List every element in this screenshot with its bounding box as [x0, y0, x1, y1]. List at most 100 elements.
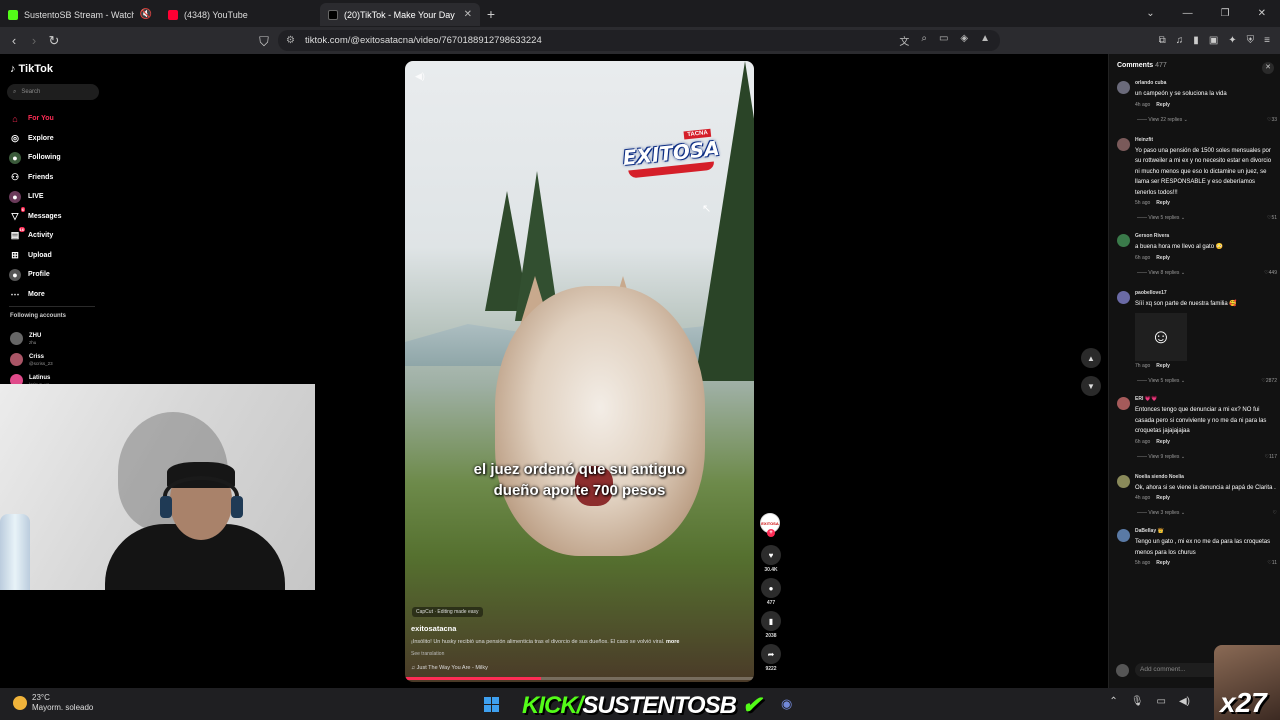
comment-username[interactable]: paobellove17: [1135, 290, 1277, 296]
reply-button[interactable]: Reply: [1156, 495, 1170, 501]
reply-button[interactable]: Reply: [1156, 200, 1170, 206]
tray-chevron-icon[interactable]: ⌃: [1109, 696, 1117, 707]
cast-icon[interactable]: ▭: [939, 33, 948, 48]
browser-tab-kick[interactable]: SustentoSB Stream - Watch Live 🔇: [0, 3, 160, 26]
discord-icon[interactable]: ◉: [781, 696, 792, 712]
extensions-icon[interactable]: ⧉: [1159, 35, 1166, 46]
following-account[interactable]: Criss @scriss_23: [10, 349, 53, 370]
reply-button[interactable]: Reply: [1156, 560, 1170, 566]
menu-icon[interactable]: ≡: [1264, 35, 1270, 46]
reply-button[interactable]: Reply: [1156, 102, 1170, 108]
comment-avatar[interactable]: [1117, 290, 1130, 304]
nav-item-messages[interactable]: ▽ 6 Messages: [9, 207, 61, 227]
nav-item-live[interactable]: ● LIVE: [9, 187, 61, 207]
comment-likes[interactable]: ♡449: [1264, 270, 1277, 276]
video-author[interactable]: exitosatacna: [411, 624, 456, 633]
volume-icon[interactable]: ◀): [415, 71, 425, 82]
nav-item-for-you[interactable]: ⌂ For You: [9, 109, 61, 129]
site-info-icon[interactable]: ⚙: [286, 35, 295, 46]
comment-likes[interactable]: ♡33: [1267, 117, 1277, 123]
comment-avatar[interactable]: [1117, 137, 1130, 151]
browser-tab-youtube[interactable]: (4348) YouTube: [160, 3, 320, 26]
more-link[interactable]: more: [666, 639, 679, 645]
close-window-icon[interactable]: ✕: [1258, 8, 1266, 19]
video-player[interactable]: ◀) TACNA EXITOSA el juez ordenó que su a…: [405, 61, 754, 682]
follow-plus-icon[interactable]: +: [767, 529, 775, 537]
nav-item-activity[interactable]: ▤ 16 Activity: [9, 226, 61, 246]
tiktok-logo[interactable]: ♪ TikTok: [10, 63, 53, 75]
reply-button[interactable]: Reply: [1156, 255, 1170, 261]
reply-button[interactable]: Reply: [1156, 363, 1170, 369]
microphone-icon[interactable]: 🎙: [1131, 696, 1144, 707]
comment-likes[interactable]: ♡117: [1265, 454, 1277, 460]
following-account[interactable]: ZHU zhu: [10, 328, 53, 349]
reload-icon[interactable]: ↻: [44, 33, 64, 49]
comment-username[interactable]: Gerson Rivera: [1135, 233, 1277, 239]
share-action[interactable]: ➦ 9222: [760, 644, 782, 672]
nav-item-more[interactable]: ⋯ More: [9, 285, 61, 305]
url-field[interactable]: ⚙ tiktok.com/@exitosatacna/video/7670188…: [278, 30, 1000, 51]
view-replies-button[interactable]: —— View 9 replies ⌄: [1135, 454, 1277, 460]
reply-button[interactable]: Reply: [1156, 439, 1170, 445]
comment-avatar[interactable]: [1117, 81, 1130, 94]
vpn-icon[interactable]: ⛨: [1247, 35, 1255, 46]
save-action[interactable]: ▮ 2038: [760, 611, 782, 639]
comment-likes[interactable]: ♡51: [1267, 215, 1277, 221]
comment-likes[interactable]: ♡2872: [1261, 378, 1277, 384]
maximize-icon[interactable]: ❐: [1221, 8, 1230, 19]
creator-avatar[interactable]: EXITOSA +: [760, 513, 780, 537]
windows-start-icon[interactable]: [484, 697, 499, 712]
wallet-icon[interactable]: ▣: [1209, 35, 1218, 46]
comment-username[interactable]: Noelia siendo Noelia: [1135, 474, 1277, 480]
see-translation-link[interactable]: See translation: [411, 651, 444, 657]
mute-tab-icon[interactable]: 🔇: [140, 9, 152, 20]
capcut-badge[interactable]: CapCut · Editing made easy: [412, 607, 483, 617]
close-comments-icon[interactable]: ✕: [1262, 62, 1274, 74]
forward-icon[interactable]: ›: [24, 33, 44, 48]
comment-likes[interactable]: ♡: [1273, 510, 1277, 516]
comment-likes[interactable]: ♡11: [1267, 560, 1277, 566]
view-replies-button[interactable]: —— View 3 replies ⌄: [1135, 510, 1277, 516]
close-tab-icon[interactable]: ✕: [464, 9, 472, 20]
bookmark-icon[interactable]: ⛉: [254, 34, 274, 50]
translate-icon[interactable]: 文: [899, 33, 909, 48]
zoom-icon[interactable]: ⌕: [921, 33, 927, 48]
minimize-icon[interactable]: —: [1183, 8, 1193, 19]
view-replies-button[interactable]: —— View 5 replies ⌄: [1135, 215, 1277, 221]
comment-username[interactable]: orlando cuba: [1135, 80, 1277, 86]
brave-shield-icon[interactable]: ◈: [960, 33, 968, 48]
previous-video-icon[interactable]: ▲: [1081, 348, 1101, 368]
tab-search-icon[interactable]: ⌄: [1146, 8, 1154, 19]
nav-item-explore[interactable]: ◎ Explore: [9, 129, 61, 149]
comment-action[interactable]: ● 477: [760, 578, 782, 606]
network-icon[interactable]: ▭: [1157, 696, 1166, 707]
comment-avatar[interactable]: [1117, 529, 1130, 542]
nav-item-following[interactable]: ● Following: [9, 148, 61, 168]
weather-widget[interactable]: 23°C Mayorm. soleado: [13, 693, 93, 713]
comment-username[interactable]: DaBellay 👑: [1135, 528, 1277, 534]
view-replies-button[interactable]: —— View 22 replies ⌄: [1135, 117, 1277, 123]
nav-item-friends[interactable]: ⚇ Friends: [9, 168, 61, 188]
view-replies-button[interactable]: —— View 5 replies ⌄: [1135, 378, 1277, 384]
comment-avatar[interactable]: [1117, 397, 1130, 410]
nav-item-profile[interactable]: ● Profile: [9, 265, 61, 285]
volume-tray-icon[interactable]: ◀): [1179, 696, 1190, 707]
comment-username[interactable]: Heinzfit: [1135, 137, 1277, 143]
nav-item-upload[interactable]: ⊞ Upload: [9, 246, 61, 266]
search-input[interactable]: ⌕ Search: [7, 84, 99, 100]
comment-avatar[interactable]: [1117, 474, 1130, 488]
comment-username[interactable]: ERI 💗💗: [1135, 396, 1277, 402]
next-video-icon[interactable]: ▼: [1081, 376, 1101, 396]
rewards-icon[interactable]: ▲: [980, 33, 990, 48]
sidebar-icon[interactable]: ▮: [1193, 35, 1199, 46]
view-replies-button[interactable]: —— View 8 replies ⌄: [1135, 270, 1277, 276]
new-tab-button[interactable]: +: [480, 6, 502, 22]
video-progress-bar[interactable]: [405, 677, 754, 680]
leo-icon[interactable]: ✦: [1228, 35, 1236, 46]
back-icon[interactable]: ‹: [4, 33, 24, 48]
browser-tab-tiktok[interactable]: (20)TikTok - Make Your Day ✕: [320, 3, 480, 26]
video-song[interactable]: ♫ Just The Way You Are - Milky: [411, 665, 488, 671]
media-icon[interactable]: ♫: [1176, 35, 1184, 46]
like-action[interactable]: ♥ 30.4K: [760, 545, 782, 573]
comment-avatar[interactable]: [1117, 234, 1130, 247]
